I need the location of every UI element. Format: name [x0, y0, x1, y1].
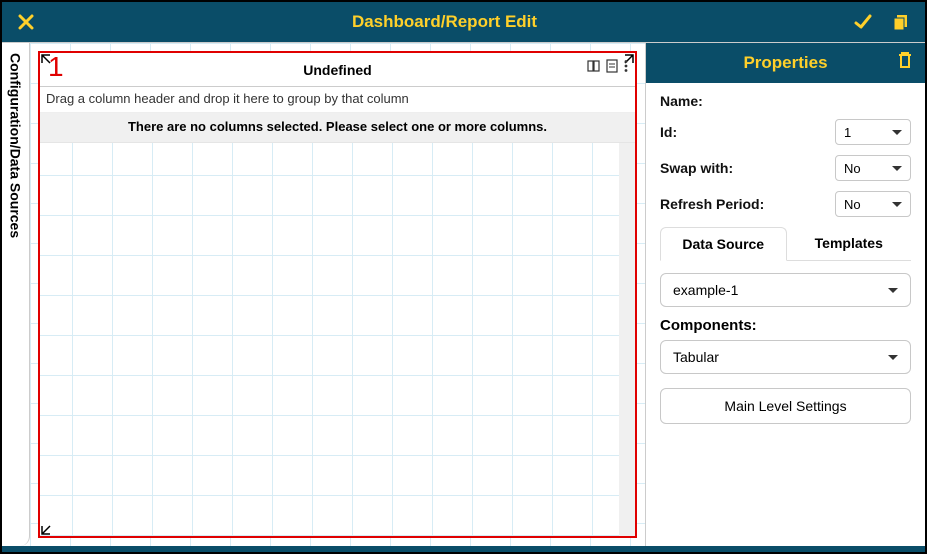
chevron-down-icon: [892, 202, 902, 207]
label-id: Id:: [660, 124, 677, 140]
chevron-down-icon: [892, 130, 902, 135]
tab-data-source[interactable]: Data Source: [660, 227, 787, 261]
refresh-select[interactable]: No: [835, 191, 911, 217]
swap-value: No: [844, 161, 861, 176]
group-by-drop-area[interactable]: Drag a column header and drop it here to…: [40, 87, 635, 113]
export-icon[interactable]: [605, 59, 619, 76]
label-swap: Swap with:: [660, 160, 733, 176]
properties-title: Properties: [743, 53, 827, 73]
chevron-down-icon: [888, 355, 898, 360]
tab-templates[interactable]: Templates: [787, 227, 912, 260]
scrollbar[interactable]: [619, 143, 635, 536]
swap-select[interactable]: No: [835, 155, 911, 181]
close-icon[interactable]: [14, 10, 38, 34]
main-level-settings-button[interactable]: Main Level Settings: [660, 388, 911, 424]
id-select[interactable]: 1: [835, 119, 911, 145]
data-source-value: example-1: [673, 282, 738, 298]
footer-border: [2, 546, 925, 552]
component-select[interactable]: Tabular: [660, 340, 911, 374]
properties-panel: Properties Name: Id: 1 Swap with:: [645, 43, 925, 546]
refresh-value: No: [844, 197, 861, 212]
side-tab-config[interactable]: Configuration/Data Sources: [8, 43, 24, 248]
more-icon[interactable]: [623, 59, 629, 76]
layout-icon[interactable]: [587, 59, 601, 76]
chevron-down-icon: [888, 288, 898, 293]
widget-panel[interactable]: 1 Undefined Drag a column he: [38, 51, 637, 538]
widget-index: 1: [48, 51, 64, 83]
label-refresh: Refresh Period:: [660, 196, 764, 212]
component-value: Tabular: [673, 349, 719, 365]
chevron-down-icon: [892, 166, 902, 171]
label-name: Name:: [660, 93, 703, 109]
widget-title: Undefined: [303, 62, 371, 78]
data-source-select[interactable]: example-1: [660, 273, 911, 307]
id-value: 1: [844, 125, 851, 140]
confirm-icon[interactable]: [851, 10, 875, 34]
copy-icon[interactable]: [889, 10, 913, 34]
trash-icon[interactable]: [897, 51, 913, 74]
canvas-grid[interactable]: 1 Undefined Drag a column he: [30, 43, 645, 546]
label-components: Components:: [660, 317, 911, 334]
widget-body: [40, 143, 635, 536]
empty-columns-msg: There are no columns selected. Please se…: [40, 113, 635, 143]
page-title: Dashboard/Report Edit: [38, 12, 851, 32]
